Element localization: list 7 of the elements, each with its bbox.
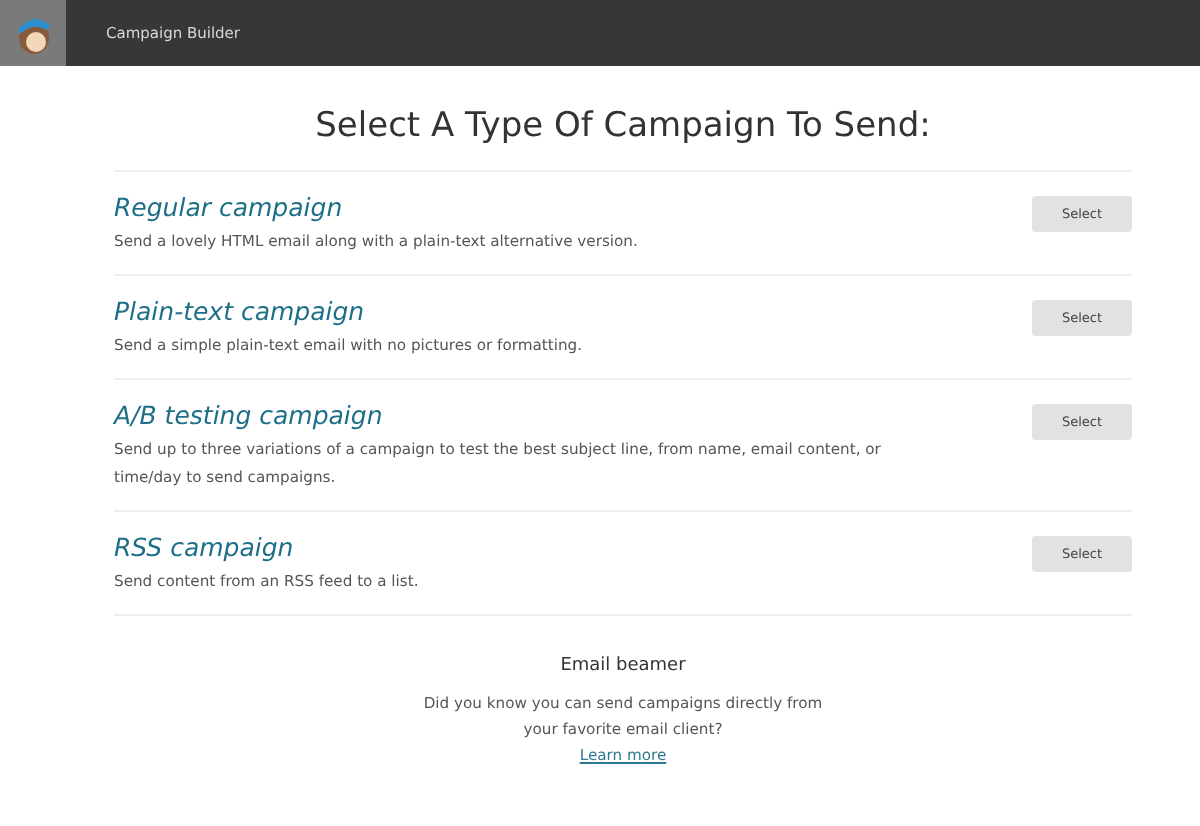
campaign-name: A/B testing campaign xyxy=(114,398,385,432)
promo-title: Email beamer xyxy=(560,656,686,676)
page-heading: Select A Type Of Campaign To Send: xyxy=(313,104,933,148)
campaign-name: Plain-text campaign xyxy=(114,294,367,328)
logo-tile[interactable] xyxy=(0,0,66,66)
campaign-name: Regular campaign xyxy=(114,190,345,224)
campaign-name: RSS campaign xyxy=(114,530,296,564)
